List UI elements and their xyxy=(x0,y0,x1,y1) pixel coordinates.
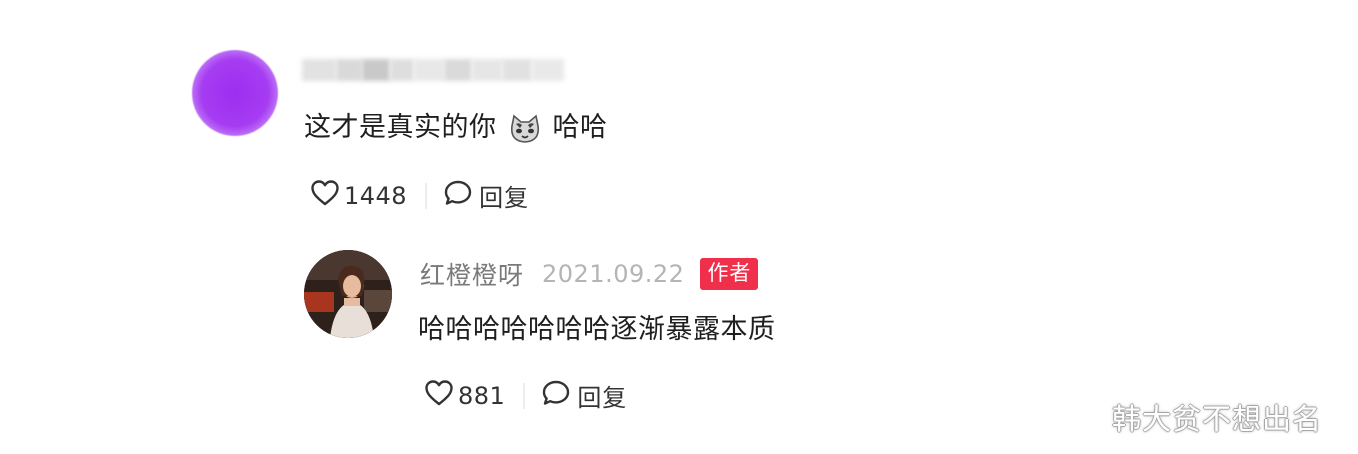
reply-text: 哈哈哈哈哈哈哈逐渐暴露本质 xyxy=(418,314,776,345)
commenter-avatar[interactable] xyxy=(192,50,278,136)
heart-icon[interactable] xyxy=(310,179,340,213)
comment-bubble-icon[interactable] xyxy=(541,379,571,413)
reply-date: 2021.09.22 xyxy=(542,260,685,288)
comment-action-bar: 1448 回复 xyxy=(310,178,529,213)
reply-author-name[interactable]: 红橙橙呀 xyxy=(420,256,524,292)
reply-button[interactable]: 回复 xyxy=(577,378,627,413)
cat-face-emoji-icon xyxy=(507,114,543,144)
watermark: 韩大贫不想出名 xyxy=(1112,402,1323,436)
reply-action-bar: 881 回复 xyxy=(424,378,627,413)
action-divider xyxy=(523,382,526,409)
heart-icon[interactable] xyxy=(424,379,454,413)
comment-bubble-icon[interactable] xyxy=(443,179,473,213)
comment-text-before: 这才是真实的你 xyxy=(304,112,497,143)
comment-text: 这才是真实的你 哈哈 xyxy=(304,108,608,148)
reply-header: 红橙橙呀 2021.09.22 作者 xyxy=(420,256,759,292)
reply-button[interactable]: 回复 xyxy=(479,178,529,213)
like-count: 1448 xyxy=(344,181,408,210)
author-badge: 作者 xyxy=(700,258,759,290)
like-count: 881 xyxy=(458,381,506,410)
commenter-name-blurred xyxy=(302,56,564,84)
action-divider xyxy=(425,182,428,209)
comment-text-after: 哈哈 xyxy=(552,112,608,143)
reply-author-avatar[interactable] xyxy=(304,250,392,338)
